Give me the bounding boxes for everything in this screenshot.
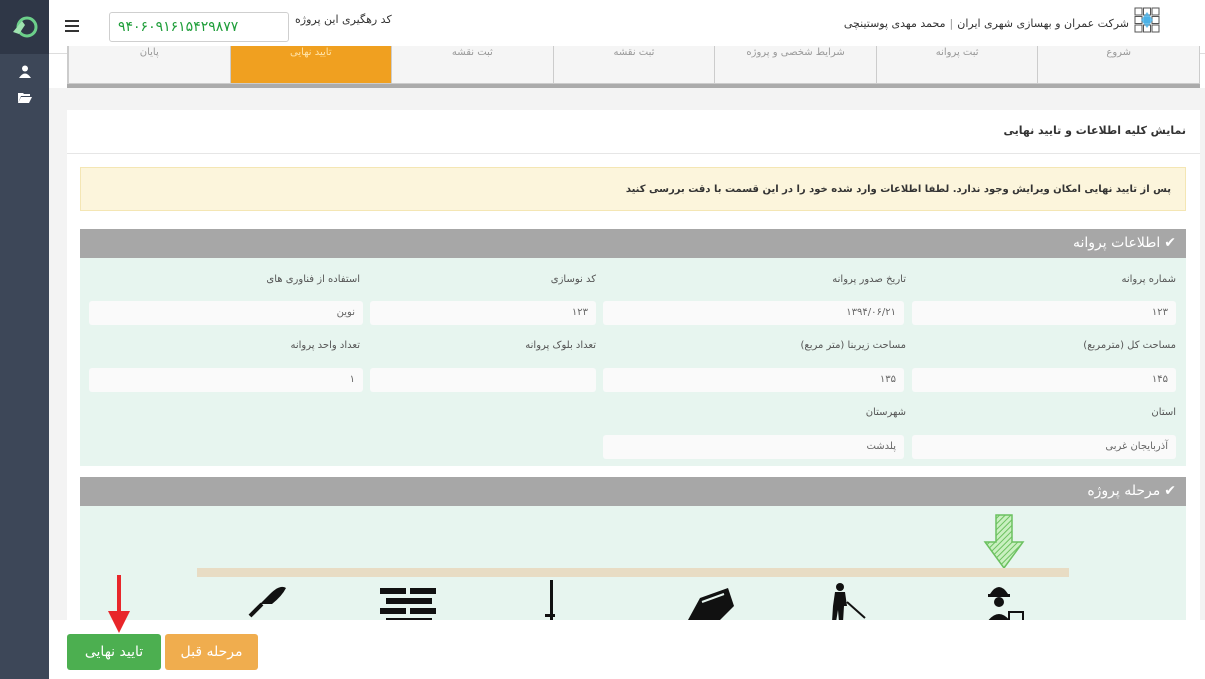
tab-personal-project[interactable]: شرایط شخصی و پروژه (714, 46, 876, 83)
stage-section-body (80, 506, 1186, 620)
technology-field: نوین (89, 301, 363, 325)
license-section-title: اطلاعات پروانه (1072, 235, 1161, 251)
stage-section-header[interactable]: ✔مرحله پروژه (80, 477, 1186, 506)
stage-timeline-bar (197, 568, 1069, 577)
step-tabs: شروع ثبت پروانه شرایط شخصی و پروژه ثبت ن… (67, 46, 1200, 84)
stage-section-title: مرحله پروژه (1087, 483, 1161, 499)
warning-alert: پس از تایید نهایی امکان ویرایش وجود ندار… (80, 167, 1186, 211)
brick-wall-icon (380, 588, 438, 620)
unit-count-label: تعداد واحد پروانه (290, 340, 360, 351)
tracking-code-label: کد رهگیری این پروژه (295, 13, 392, 26)
tab-end[interactable]: پایان (67, 46, 230, 83)
built-area-label: مساحت زیربنا (متر مربع) (800, 340, 906, 351)
main-panel: نمایش کلیه اطلاعات و تایید نهایی پس از ت… (67, 110, 1200, 620)
header-separator: | (949, 17, 954, 30)
built-area-field: ۱۳۵ (603, 368, 904, 392)
block-count-field (370, 368, 596, 392)
final-approve-button[interactable]: تایید نهایی (67, 634, 161, 670)
rail-logo-area (0, 0, 49, 54)
total-area-field: ۱۴۵ (912, 368, 1176, 392)
side-rail (0, 0, 49, 679)
user-icon[interactable] (0, 58, 49, 84)
annotation-arrow-icon (104, 575, 134, 635)
technology-label: استفاده از فناوری های (266, 274, 360, 285)
total-area-label: مساحت کل (مترمربع) (1083, 340, 1176, 351)
concrete-mixer-icon (680, 588, 740, 620)
company-logo-icon (1133, 6, 1161, 42)
company-user-info: شرکت عمران و بهسازی شهری ایران|محمد مهدی… (844, 17, 1129, 30)
tab-map-2[interactable]: ثبت نقشه (391, 46, 553, 83)
province-field: آذربایجان غربی (912, 435, 1176, 459)
tab-map-1[interactable]: ثبت نقشه (552, 46, 715, 83)
license-section-body: شماره پروانه تاریخ صدور پروانه کد نوسازی… (80, 258, 1186, 466)
tab-license[interactable]: ثبت پروانه (875, 46, 1038, 83)
check-icon: ✔ (1164, 483, 1176, 499)
previous-step-button[interactable]: مرحله قبل (165, 634, 258, 670)
check-icon: ✔ (1164, 235, 1176, 251)
block-count-label: تعداد بلوک پروانه (525, 340, 596, 351)
bottom-action-bar: تایید نهایی مرحله قبل (49, 620, 1205, 679)
hamburger-menu-icon[interactable] (65, 16, 79, 37)
issue-date-field: ۱۳۹۴/۰۶/۲۱ (603, 301, 904, 325)
province-label: استان (1151, 407, 1176, 418)
folder-open-icon[interactable] (0, 84, 49, 110)
company-name: شرکت عمران و بهسازی شهری ایران (957, 17, 1129, 30)
worker-digging-icon (825, 582, 869, 620)
crane-icon (542, 580, 562, 620)
tracking-code-field[interactable]: ۹۴۰۶۰۹۱۶۱۵۴۲۹۸۷۷ (109, 12, 289, 42)
renovation-code-field: ۱۲۳ (370, 301, 596, 325)
unit-count-field: ۱ (89, 368, 363, 392)
tab-start[interactable]: شروع (1037, 46, 1199, 83)
license-number-field: ۱۲۳ (912, 301, 1176, 325)
tab-final-approval[interactable]: تایید نهایی (229, 46, 392, 83)
page-title: نمایش کلیه اطلاعات و تایید نهایی (1003, 124, 1186, 137)
issue-date-label: تاریخ صدور پروانه (832, 274, 906, 285)
user-name[interactable]: محمد مهدی پوستینچی (844, 17, 946, 30)
renovation-code-label: کد نوسازی (550, 274, 596, 285)
license-number-label: شماره پروانه (1121, 274, 1176, 285)
city-field: پلدشت (603, 435, 904, 459)
worker-icon (984, 580, 1024, 620)
city-label: شهرستان (865, 407, 906, 418)
current-stage-arrow-icon (983, 514, 1025, 574)
title-divider (67, 153, 1200, 154)
app-logo-icon[interactable] (10, 12, 40, 42)
license-section-header[interactable]: ✔اطلاعات پروانه (80, 229, 1186, 258)
trowel-icon (240, 582, 290, 620)
